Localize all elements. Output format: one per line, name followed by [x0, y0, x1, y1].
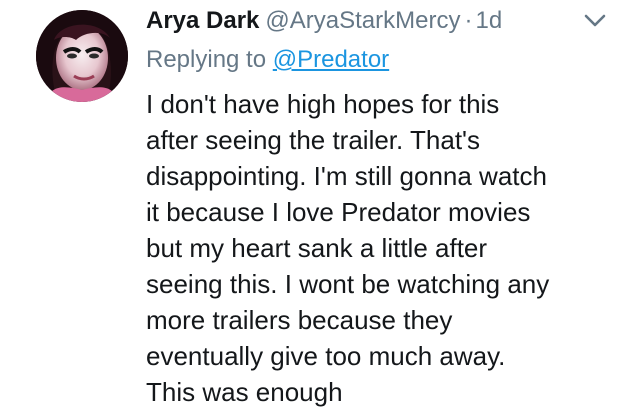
- tweet-text-line: disappointing. I'm still gonna watch: [146, 161, 547, 191]
- author-name[interactable]: Arya Dark: [146, 7, 259, 34]
- tweet-text-line: I don't have high hopes for this: [146, 89, 500, 119]
- tweet-text-line: This was enough: [146, 377, 343, 407]
- timestamp[interactable]: 1d: [475, 7, 502, 34]
- replying-to-label: Replying to: [146, 46, 267, 73]
- tweet-header: Arya Dark @AryaStarkMercy · 1d: [146, 4, 616, 38]
- avatar[interactable]: [36, 10, 128, 102]
- separator-dot: ·: [464, 7, 473, 34]
- tweet: Arya Dark @AryaStarkMercy · 1d Replying to …: [0, 0, 640, 412]
- chevron-down-icon[interactable]: [582, 10, 608, 30]
- tweet-text-line: seeing this. I wont be watching any: [146, 269, 550, 299]
- tweet-text: I don't have high hopes for this after s…: [146, 86, 626, 410]
- author-handle[interactable]: @AryaStarkMercy: [265, 7, 460, 34]
- tweet-text-line: eventually give too much away.: [146, 341, 506, 371]
- avatar-image: [36, 10, 128, 102]
- tweet-text-line: but my heart sank a little after: [146, 233, 488, 263]
- tweet-text-line: more trailers because they: [146, 305, 453, 335]
- tweet-text-line: after seeing the trailer. That's: [146, 125, 481, 155]
- replying-to-mention[interactable]: @Predator: [273, 46, 389, 73]
- replying-to: Replying to @Predator: [146, 43, 389, 77]
- tweet-text-line: it because I love Predator movies: [146, 197, 531, 227]
